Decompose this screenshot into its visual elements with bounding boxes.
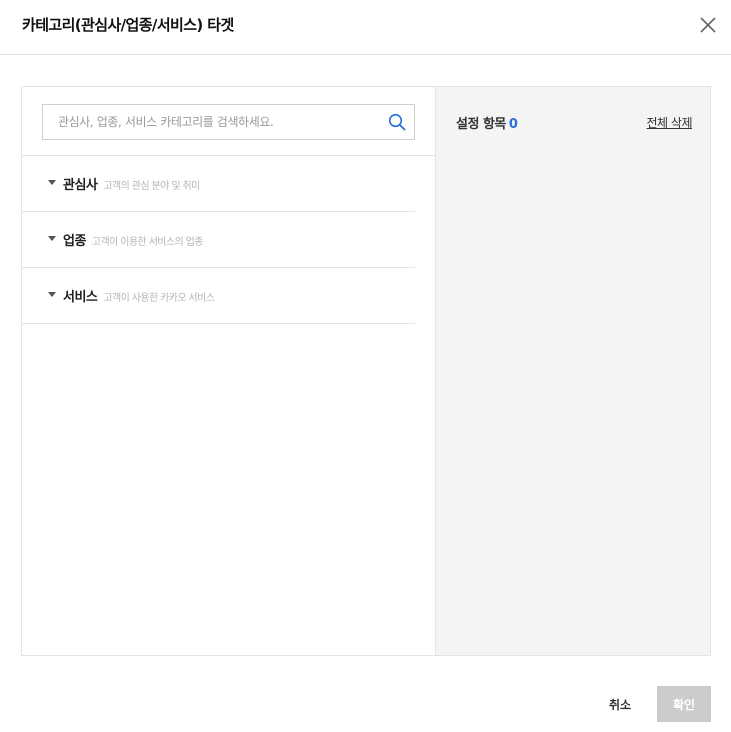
category-item-industry[interactable]: 업종 고객이 이용한 서비스의 업종 (22, 212, 415, 268)
category-name: 서비스 (63, 290, 98, 305)
confirm-button[interactable]: 확인 (657, 686, 711, 722)
selected-items-panel: 설정 항목 0 전체 삭제 (436, 87, 710, 655)
caret-down-icon (48, 236, 56, 241)
cancel-button[interactable]: 취소 (596, 686, 644, 722)
category-target-dialog: 카테고리(관심사/업종/서비스) 타겟 관심사고객의 관심 분야 및 취 (0, 0, 731, 732)
dialog-title: 카테고리(관심사/업종/서비스) 타겟 (22, 16, 234, 34)
dialog-header: 카테고리(관심사/업종/서비스) 타겟 (0, 0, 731, 55)
search-icon[interactable] (388, 113, 406, 131)
close-icon[interactable] (697, 14, 719, 36)
category-panel: 관심사 고객의 관심 분야 및 취미 업종 고객이 이용한 서비스의 업종 서비스 고… (21, 86, 711, 656)
selected-count: 0 (508, 117, 518, 132)
category-browser: 관심사 고객의 관심 분야 및 취미 업종 고객이 이용한 서비스의 업종 서비스 고… (22, 87, 436, 655)
search-box (42, 104, 415, 140)
category-description: 고객의 관심 분야 및 취미 (103, 181, 200, 192)
category-name: 관심사 (63, 178, 98, 193)
caret-down-icon (48, 180, 56, 185)
category-item-service[interactable]: 서비스 고객이 사용한 카카오 서비스 (22, 268, 415, 324)
category-description: 고객이 사용한 카카오 서비스 (103, 293, 215, 304)
category-item-interest[interactable]: 관심사 고객의 관심 분야 및 취미 (22, 156, 415, 212)
search-area (22, 87, 435, 156)
category-description: 고객이 이용한 서비스의 업종 (91, 237, 204, 248)
selected-count-label: 설정 항목 0 (456, 113, 518, 132)
category-name: 업종 (63, 234, 86, 249)
delete-all-link[interactable]: 전체 삭제 (647, 114, 693, 131)
caret-down-icon (48, 292, 56, 297)
selected-label-text: 설정 항목 (456, 117, 506, 132)
search-input[interactable] (43, 105, 383, 139)
